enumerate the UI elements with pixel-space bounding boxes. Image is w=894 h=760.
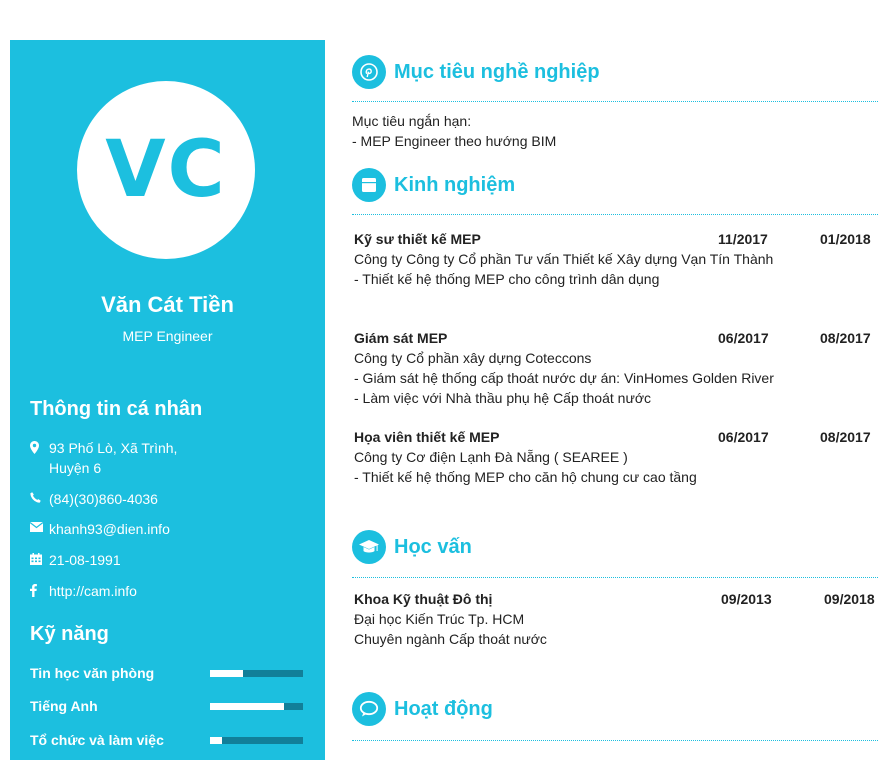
skill-item: Tin học văn phòng <box>30 665 305 685</box>
experience-item: Kỹ sư thiết kế MEP 11/2017 01/2018 Công … <box>354 229 879 289</box>
experience-detail: - Giám sát hệ thống cấp thoát nước dự án… <box>354 370 774 386</box>
education-school: Đại học Kiến Trúc Tp. HCM <box>354 611 525 627</box>
experience-detail: - Thiết kế hệ thống MEP cho công trình d… <box>354 271 660 287</box>
skill-item: Tiếng Anh <box>30 698 305 718</box>
graduation-cap-icon <box>352 530 386 564</box>
experience-role: Kỹ sư thiết kế MEP <box>354 231 481 247</box>
experience-end: 08/2017 <box>820 330 871 346</box>
profile-name: Văn Cát Tiền <box>101 292 234 317</box>
divider <box>352 577 878 578</box>
education-section-title: Học vấn <box>352 529 472 565</box>
experience-end: 01/2018 <box>820 231 871 247</box>
experience-role: Giám sát MEP <box>354 330 448 346</box>
education-major: Khoa Kỹ thuật Đô thị <box>354 591 493 607</box>
skill-label: Tiếng Anh <box>30 698 98 714</box>
skill-bar-fill <box>210 737 223 744</box>
personal-info-heading: Thông tin cá nhân <box>30 398 203 420</box>
profile-title: MEP Engineer <box>122 328 213 344</box>
phone-icon <box>30 489 49 509</box>
experience-heading: Kinh nghiệm <box>394 173 516 196</box>
birthday-text: 21-08-1991 <box>49 552 121 568</box>
experience-item: Họa viên thiết kế MEP 06/2017 08/2017 Cô… <box>354 427 879 487</box>
briefcase-icon <box>352 168 386 202</box>
avatar-initials: VC <box>105 125 227 215</box>
skill-bar <box>210 737 303 744</box>
experience-company: Công ty Cơ điện Lạnh Đà Nẵng ( SEAREE ) <box>354 449 628 465</box>
email-row: khanh93@dien.info <box>30 519 310 539</box>
experience-start: 06/2017 <box>718 429 769 445</box>
skills-heading: Kỹ năng <box>30 623 109 645</box>
activities-heading: Hoạt động <box>394 697 493 720</box>
objective-section-title: Mục tiêu nghề nghiệp <box>352 54 600 90</box>
experience-start: 06/2017 <box>718 330 769 346</box>
skill-bar-fill <box>210 703 285 710</box>
address-line2: Huyện 6 <box>49 460 102 476</box>
experience-company: Công ty Công ty Cổ phần Tư vấn Thiết kế … <box>354 251 774 267</box>
objective-line1: Mục tiêu ngắn hạn: <box>352 113 472 129</box>
birthday-row: 21-08-1991 <box>30 550 310 570</box>
experience-end: 08/2017 <box>820 429 871 445</box>
skill-bar <box>210 670 303 677</box>
calendar-icon <box>30 550 49 570</box>
education-end: 09/2018 <box>824 591 875 607</box>
envelope-icon <box>30 519 49 539</box>
pinterest-icon <box>352 55 386 89</box>
website-row: http://cam.info <box>30 581 310 601</box>
objective-text: Mục tiêu ngắn hạn: - MEP Engineer theo h… <box>352 111 556 151</box>
skill-bar <box>210 703 303 710</box>
experience-item: Giám sát MEP 06/2017 08/2017 Công ty Cổ … <box>354 328 879 408</box>
chat-bubble-icon <box>352 692 386 726</box>
skill-label: Tin học văn phòng <box>30 665 155 681</box>
education-heading: Học vấn <box>394 535 472 558</box>
education-field: Chuyên ngành Cấp thoát nước <box>354 631 547 647</box>
email-text: khanh93@dien.info <box>49 521 170 537</box>
sidebar: VC Văn Cát Tiền MEP Engineer Thông tin c… <box>10 40 325 760</box>
experience-detail: - Thiết kế hệ thống MEP cho căn hộ chung… <box>354 469 697 485</box>
activities-section-title: Hoạt động <box>352 691 493 727</box>
skill-item: Tổ chức và làm việc <box>30 732 305 752</box>
phone-text: (84)(30)860-4036 <box>49 491 158 507</box>
experience-start: 11/2017 <box>718 231 768 247</box>
experience-role: Họa viên thiết kế MEP <box>354 429 500 445</box>
skill-bar-fill <box>210 670 243 677</box>
phone-row: (84)(30)860-4036 <box>30 489 310 509</box>
address-row: 93 Phố Lò, Xã Trình, Huyện 6 <box>30 438 310 478</box>
objective-line2: - MEP Engineer theo hướng BIM <box>352 133 557 149</box>
experience-detail: - Làm việc với Nhà thầu phụ hệ Cấp thoát… <box>354 390 652 406</box>
experience-section-title: Kinh nghiệm <box>352 167 515 203</box>
divider <box>352 101 878 102</box>
objective-heading: Mục tiêu nghề nghiệp <box>394 60 600 83</box>
map-pin-icon <box>30 438 49 478</box>
facebook-icon <box>30 581 49 601</box>
experience-company: Công ty Cổ phần xây dựng Coteccons <box>354 350 592 366</box>
education-start: 09/2013 <box>721 591 772 607</box>
education-item: Khoa Kỹ thuật Đô thị 09/2013 09/2018 Đại… <box>354 589 879 649</box>
website-link[interactable]: http://cam.info <box>49 581 310 601</box>
divider <box>352 214 878 215</box>
divider <box>352 740 878 741</box>
skill-label: Tổ chức và làm việc <box>30 732 164 748</box>
avatar: VC <box>77 81 255 259</box>
address-line1: 93 Phố Lò, Xã Trình, <box>49 440 178 456</box>
